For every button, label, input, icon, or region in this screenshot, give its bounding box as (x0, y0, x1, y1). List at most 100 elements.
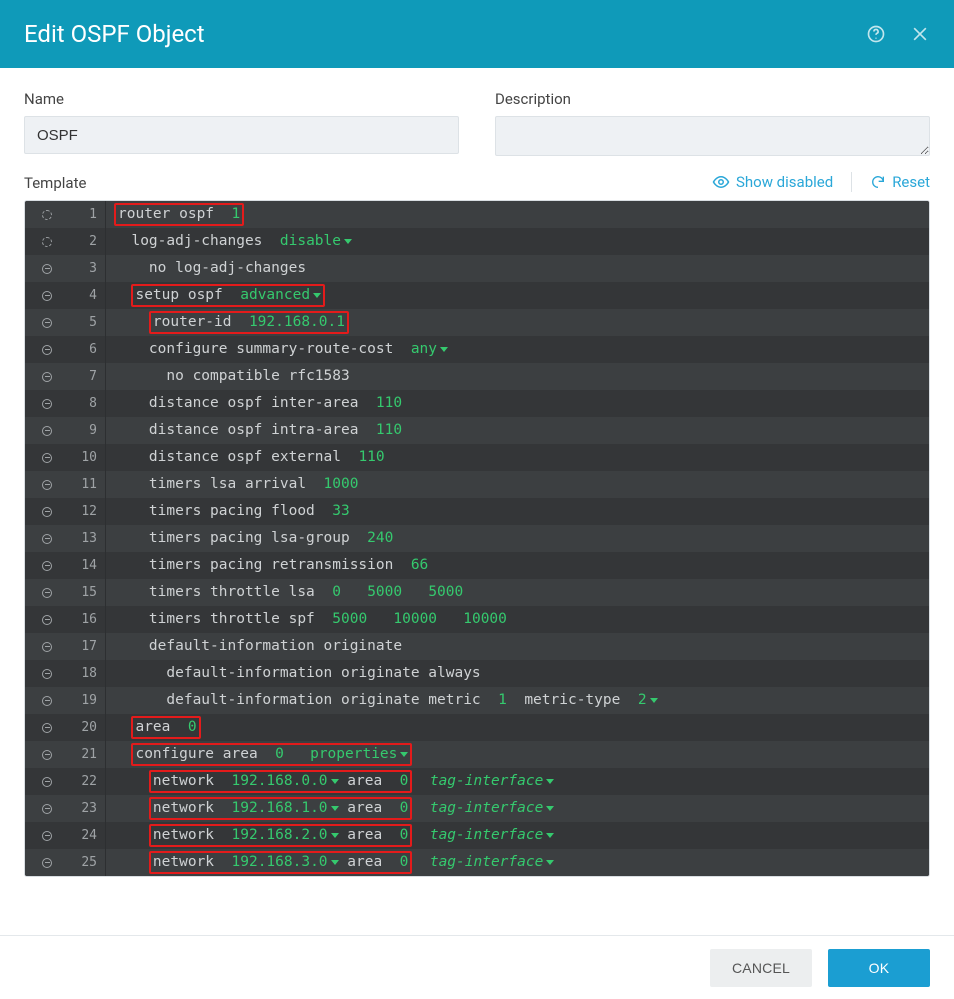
code-line[interactable]: 9 distance ospf intra-area 110 (25, 417, 929, 444)
line-number: 3 (69, 255, 105, 282)
line-number: 16 (69, 606, 105, 633)
fold-toggle[interactable] (25, 318, 69, 328)
code-line[interactable]: 11 timers lsa arrival 1000 (25, 471, 929, 498)
line-number: 25 (69, 849, 105, 876)
highlighted-config[interactable]: network 192.168.3.0 area 0 (149, 851, 412, 874)
code-line[interactable]: 21 configure area 0 properties (25, 741, 929, 768)
highlighted-config[interactable]: router-id 192.168.0.1 (149, 311, 349, 334)
fold-toggle[interactable] (25, 210, 69, 220)
fold-toggle[interactable] (25, 345, 69, 355)
code-line[interactable]: 1 router ospf 1 (25, 201, 929, 228)
code-line[interactable]: 18 default-information originate always (25, 660, 929, 687)
fold-toggle[interactable] (25, 723, 69, 733)
fold-toggle[interactable] (25, 561, 69, 571)
code-line[interactable]: 14 timers pacing retransmission 66 (25, 552, 929, 579)
code-content: distance ospf inter-area 110 (114, 390, 929, 417)
highlighted-config[interactable]: network 192.168.1.0 area 0 (149, 797, 412, 820)
tag-interface-dropdown[interactable]: tag-interface (430, 795, 555, 822)
code-line[interactable]: 25 network 192.168.3.0 area 0 tag-interf… (25, 849, 929, 876)
code-content: network 192.168.1.0 area 0 tag-interface (114, 795, 929, 822)
line-number: 24 (69, 822, 105, 849)
fold-toggle[interactable] (25, 237, 69, 247)
highlighted-config[interactable]: configure area 0 properties (131, 743, 412, 766)
code-content: timers throttle spf 5000 10000 10000 (114, 606, 929, 633)
code-content: distance ospf intra-area 110 (114, 417, 929, 444)
name-input[interactable] (24, 116, 459, 154)
code-content: timers pacing retransmission 66 (114, 552, 929, 579)
code-line[interactable]: 13 timers pacing lsa-group 240 (25, 525, 929, 552)
highlighted-config[interactable]: area 0 (131, 716, 200, 739)
code-line[interactable]: 19 default-information originate metric … (25, 687, 929, 714)
fold-toggle[interactable] (25, 291, 69, 301)
code-line[interactable]: 6 configure summary-route-cost any (25, 336, 929, 363)
ok-button[interactable]: OK (828, 949, 930, 987)
fold-toggle[interactable] (25, 696, 69, 706)
code-line[interactable]: 22 network 192.168.0.0 area 0 tag-interf… (25, 768, 929, 795)
cancel-button[interactable]: CANCEL (710, 949, 812, 987)
code-line[interactable]: 7 no compatible rfc1583 (25, 363, 929, 390)
description-input[interactable] (495, 116, 930, 156)
line-number: 14 (69, 552, 105, 579)
code-content: network 192.168.2.0 area 0 tag-interface (114, 822, 929, 849)
line-number: 7 (69, 363, 105, 390)
code-line[interactable]: 20 area 0 (25, 714, 929, 741)
code-line[interactable]: 5 router-id 192.168.0.1 (25, 309, 929, 336)
line-number: 2 (69, 228, 105, 255)
code-content: distance ospf external 110 (114, 444, 929, 471)
code-content: network 192.168.3.0 area 0 tag-interface (114, 849, 929, 876)
code-line[interactable]: 2 log-adj-changes disable (25, 228, 929, 255)
code-line[interactable]: 15 timers throttle lsa 0 5000 5000 (25, 579, 929, 606)
fold-toggle[interactable] (25, 750, 69, 760)
code-content: area 0 (114, 714, 929, 741)
close-icon[interactable] (910, 24, 930, 44)
highlighted-config[interactable]: setup ospf advanced (131, 284, 325, 307)
fold-toggle[interactable] (25, 507, 69, 517)
help-icon[interactable] (866, 24, 886, 44)
code-content: configure area 0 properties (114, 741, 929, 768)
code-content: setup ospf advanced (114, 282, 929, 309)
fold-toggle[interactable] (25, 858, 69, 868)
fold-toggle[interactable] (25, 804, 69, 814)
fold-toggle[interactable] (25, 588, 69, 598)
tag-interface-dropdown[interactable]: tag-interface (430, 822, 555, 849)
code-line[interactable]: 8 distance ospf inter-area 110 (25, 390, 929, 417)
tag-interface-dropdown[interactable]: tag-interface (430, 849, 555, 876)
code-line[interactable]: 3 no log-adj-changes (25, 255, 929, 282)
code-line[interactable]: 12 timers pacing flood 33 (25, 498, 929, 525)
fold-toggle[interactable] (25, 831, 69, 841)
highlighted-config[interactable]: router ospf 1 (114, 203, 244, 226)
line-number: 10 (69, 444, 105, 471)
code-content: configure summary-route-cost any (114, 336, 929, 363)
code-line[interactable]: 4 setup ospf advanced (25, 282, 929, 309)
template-editor[interactable]: 1 router ospf 12 log-adj-changes disable3… (25, 201, 929, 876)
reset-button[interactable]: Reset (870, 173, 930, 191)
fold-toggle[interactable] (25, 372, 69, 382)
code-content: router ospf 1 (114, 203, 929, 226)
divider (851, 172, 852, 192)
fold-toggle[interactable] (25, 453, 69, 463)
fold-toggle[interactable] (25, 669, 69, 679)
code-line[interactable]: 23 network 192.168.1.0 area 0 tag-interf… (25, 795, 929, 822)
highlighted-config[interactable]: network 192.168.0.0 area 0 (149, 770, 412, 793)
fold-toggle[interactable] (25, 480, 69, 490)
code-line[interactable]: 17 default-information originate (25, 633, 929, 660)
code-line[interactable]: 16 timers throttle spf 5000 10000 10000 (25, 606, 929, 633)
fold-toggle[interactable] (25, 399, 69, 409)
fold-toggle[interactable] (25, 615, 69, 625)
code-line[interactable]: 24 network 192.168.2.0 area 0 tag-interf… (25, 822, 929, 849)
fold-toggle[interactable] (25, 642, 69, 652)
fold-toggle[interactable] (25, 426, 69, 436)
fold-toggle[interactable] (25, 534, 69, 544)
highlighted-config[interactable]: network 192.168.2.0 area 0 (149, 824, 412, 847)
tag-interface-dropdown[interactable]: tag-interface (430, 768, 555, 795)
fold-toggle[interactable] (25, 264, 69, 274)
line-number: 1 (69, 201, 105, 228)
show-disabled-button[interactable]: Show disabled (712, 173, 833, 191)
refresh-icon (870, 174, 886, 190)
line-number: 15 (69, 579, 105, 606)
code-line[interactable]: 10 distance ospf external 110 (25, 444, 929, 471)
line-number: 23 (69, 795, 105, 822)
line-number: 19 (69, 687, 105, 714)
code-content: router-id 192.168.0.1 (114, 309, 929, 336)
fold-toggle[interactable] (25, 777, 69, 787)
